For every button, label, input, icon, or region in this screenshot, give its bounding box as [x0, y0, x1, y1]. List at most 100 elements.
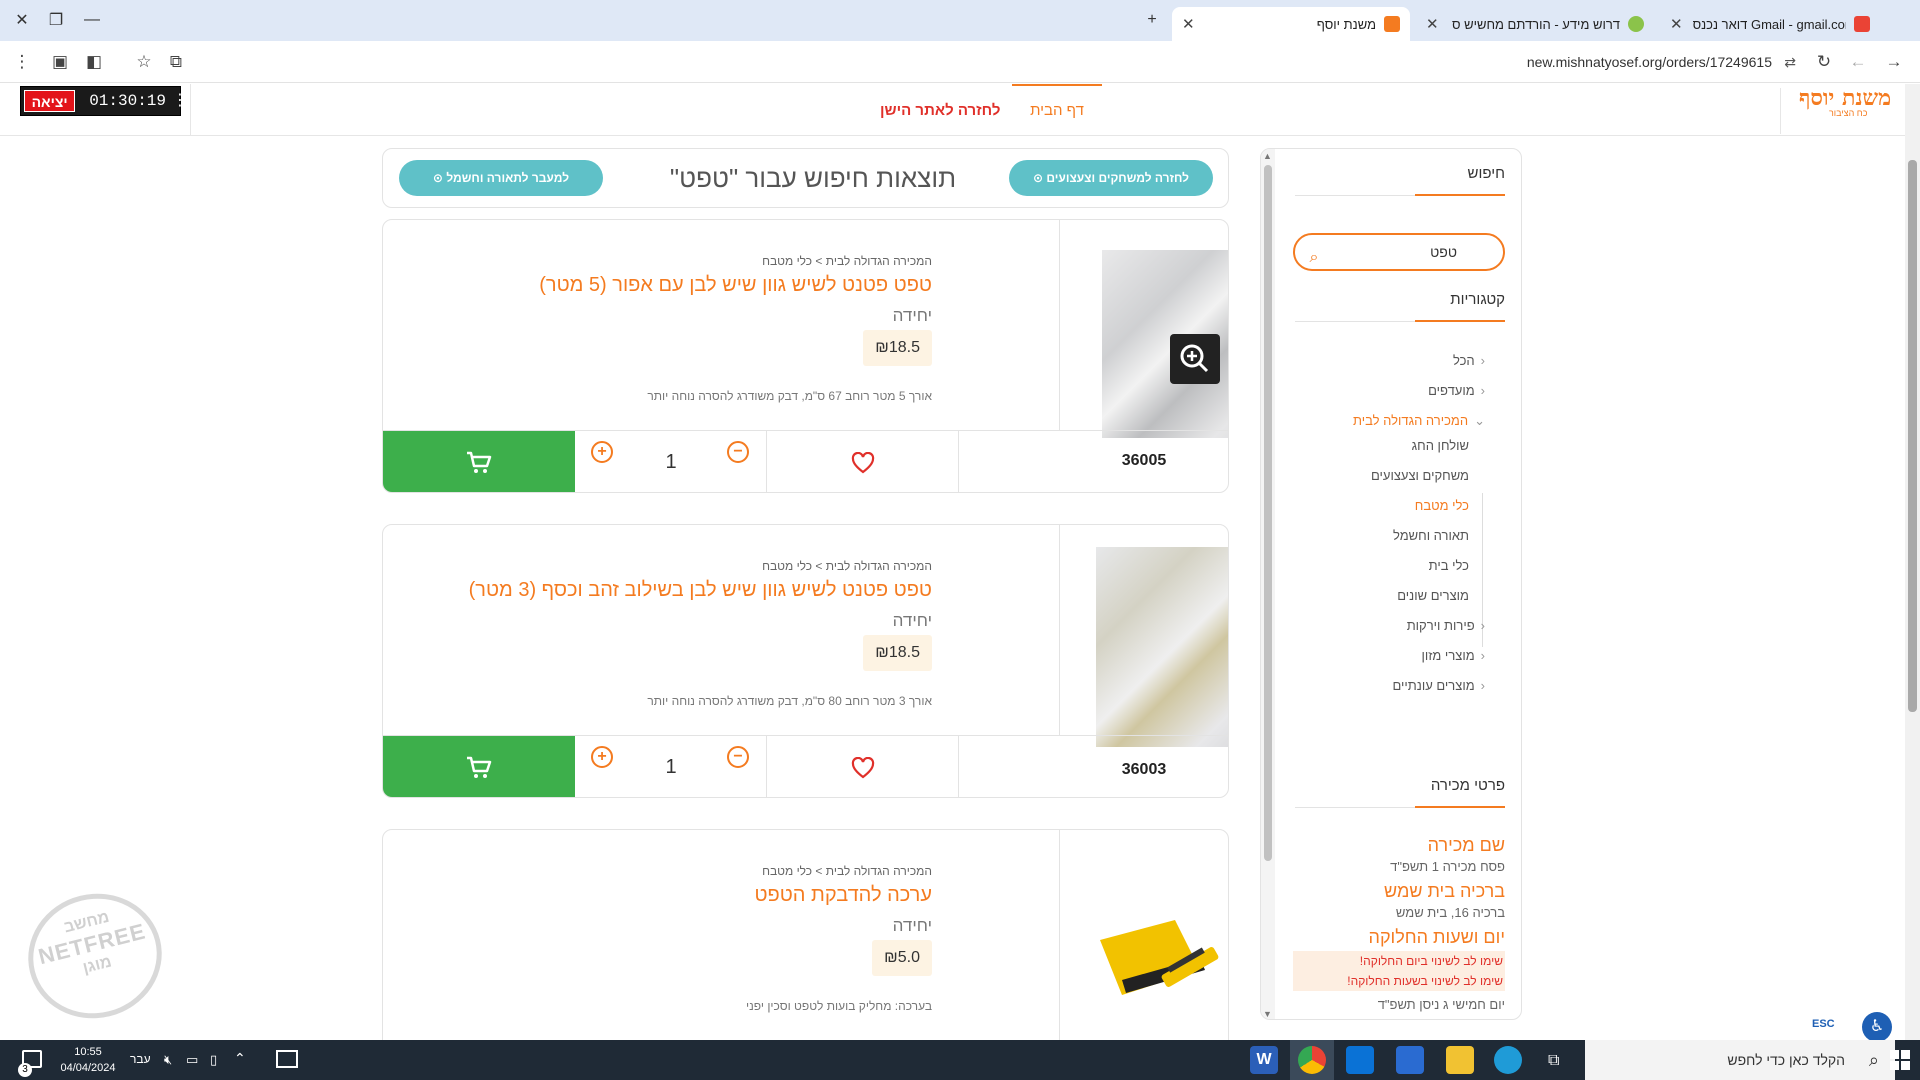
language-indicator[interactable]: עבר: [130, 1052, 151, 1066]
product-unit: יחידה: [892, 916, 932, 935]
sidebar-scroll-thumb[interactable]: [1264, 165, 1272, 861]
forward-icon[interactable]: ←: [1846, 50, 1870, 74]
reload-icon[interactable]: ↻: [1812, 50, 1836, 74]
close-tab-icon[interactable]: ✕: [1670, 15, 1683, 33]
close-window-icon[interactable]: ✕: [10, 8, 34, 32]
volume-icon[interactable]: 🔇︎: [164, 1052, 172, 1068]
scroll-down-icon[interactable]: ▼: [1263, 1009, 1272, 1019]
search-placeholder: הקלד כאן כדי לחפש: [1727, 1052, 1845, 1068]
word-app-icon[interactable]: W: [1250, 1046, 1278, 1074]
exit-button[interactable]: יציאה: [24, 90, 76, 112]
site-logo[interactable]: משנת יוסף כח הציבור: [1780, 87, 1904, 134]
store-app-icon[interactable]: [1396, 1046, 1424, 1074]
product-image[interactable]: [1096, 547, 1228, 747]
product-name[interactable]: טפט פטנט לשיש גוון שיש לבן עם אפור (5 מט…: [539, 274, 932, 297]
add-to-cart-button[interactable]: [383, 736, 575, 797]
start-button-icon[interactable]: [1890, 1050, 1910, 1070]
taskbar-search-input[interactable]: הקלד כאן כדי לחפש ⌕: [1585, 1040, 1895, 1080]
page-scroll-thumb[interactable]: [1908, 160, 1917, 712]
category-big-sale[interactable]: ⌄ המכירה הגדולה לבית: [1353, 413, 1485, 429]
system-clock[interactable]: 10:55 04/04/2024: [56, 1044, 120, 1076]
category-seasonal[interactable]: ‹ מוצרים עונתיים: [1392, 678, 1485, 693]
back-category-button[interactable]: לחזרה למשחקים וצעצועים ⊙: [1009, 160, 1213, 196]
category-food[interactable]: ‹ מוצרי מזון: [1421, 648, 1485, 663]
favorite-button[interactable]: [767, 431, 959, 492]
product-card: 36003 המכירה הגדולה לבית > כלי מטבח טפט …: [382, 524, 1229, 798]
category-produce[interactable]: ‹ פירות וירקות: [1407, 618, 1485, 633]
product-image[interactable]: [1102, 250, 1228, 438]
keyboard-icon[interactable]: [276, 1050, 298, 1068]
favorite-button[interactable]: [767, 736, 959, 797]
product-breadcrumb[interactable]: המכירה הגדולה לבית > כלי מטבח: [762, 559, 932, 573]
show-hidden-icons[interactable]: ⌃: [234, 1050, 246, 1067]
home-link[interactable]: דף הבית: [1012, 84, 1102, 136]
mail-app-icon[interactable]: [1346, 1046, 1374, 1074]
next-category-button[interactable]: למעבר לתאורה וחשמל ⊙: [399, 160, 603, 196]
subcategory-holiday-table[interactable]: שולחן החג: [1412, 438, 1469, 453]
product-name[interactable]: טפט פטנט לשיש גוון שיש לבן בשילוב זהב וכ…: [469, 579, 932, 602]
category-label: מוצרים עונתיים: [1392, 678, 1475, 693]
scroll-up-icon[interactable]: ▲: [1263, 151, 1272, 161]
quantity-stepper: + 1 −: [575, 431, 767, 492]
tab-title: דרוש מידע - הורדתם מחשיש ס: [1451, 16, 1620, 32]
tab-mishnat-yosef[interactable]: ✕ משנת יוסף: [1172, 7, 1410, 41]
close-tab-icon[interactable]: ✕: [1182, 15, 1195, 33]
tab-gmail[interactable]: ✕ דואר נכנס Gmail - gmail.com: [1660, 7, 1880, 41]
product-description: בערכה: מחליק בועות לטפט וסכין יפני: [746, 999, 932, 1013]
search-title-underline: [1295, 194, 1505, 196]
quantity-value[interactable]: 1: [661, 756, 681, 779]
accessibility-icon[interactable]: ♿: [1862, 1012, 1892, 1042]
file-explorer-icon[interactable]: [1446, 1046, 1474, 1074]
address-bar[interactable]: new.mishnatyosef.org/orders/17249615 ⇄: [196, 49, 1800, 75]
browser-toolbar: ⋮ ▣ ◧ ☆ ⧉ ⚿ new.mishnatyosef.org/orders/…: [0, 41, 1920, 83]
menu-dots-icon[interactable]: ⋮: [10, 50, 34, 74]
search-input[interactable]: טפט ⌕: [1293, 233, 1505, 271]
product-name[interactable]: ערכה להדבקת הטפט: [754, 884, 932, 907]
bookmark-star-icon[interactable]: ☆: [132, 50, 156, 74]
subcategory-toys[interactable]: משחקים וצעצועים: [1371, 468, 1469, 483]
product-breadcrumb[interactable]: המכירה הגדולה לבית > כלי מטבח: [762, 254, 932, 268]
product-price: ₪18.5: [863, 330, 932, 366]
decrease-quantity-icon[interactable]: −: [727, 746, 749, 768]
close-tab-icon[interactable]: ✕: [1426, 15, 1439, 33]
old-site-link[interactable]: לחזרה לאתר הישן: [880, 102, 1000, 119]
subcategory-kitchenware[interactable]: כלי מטבח: [1415, 498, 1469, 513]
profile-icon[interactable]: ▣: [48, 50, 72, 74]
page-scrollbar[interactable]: [1905, 84, 1920, 1040]
increase-quantity-icon[interactable]: +: [591, 746, 613, 768]
cast-icon[interactable]: ⧉: [164, 50, 188, 74]
add-to-cart-button[interactable]: [383, 431, 575, 492]
category-all[interactable]: ‹ הכל: [1453, 353, 1485, 368]
category-favorites[interactable]: ‹ מועדפים: [1428, 383, 1485, 398]
product-image[interactable]: [1060, 830, 1229, 1030]
product-card: 36005 המכירה הגדולה לבית > כלי מטבח טפט …: [382, 219, 1229, 493]
quantity-value[interactable]: 1: [661, 451, 681, 474]
cart-icon: [467, 756, 492, 778]
edge-app-icon[interactable]: [1494, 1046, 1522, 1074]
sidebar-scrollbar[interactable]: ▲ ▼: [1261, 149, 1275, 1019]
decrease-quantity-icon[interactable]: −: [727, 441, 749, 463]
network-icon[interactable]: ▭: [186, 1052, 198, 1068]
restore-window-icon[interactable]: ❐: [44, 8, 68, 32]
product-image-cell: [1059, 830, 1229, 1040]
task-view-icon[interactable]: ⧉: [1548, 1052, 1559, 1070]
device-icon[interactable]: ▯: [210, 1052, 217, 1068]
timer-menu-icon[interactable]: ⋮: [172, 93, 188, 109]
back-icon[interactable]: →: [1882, 50, 1906, 74]
site-settings-icon[interactable]: ⇄: [1784, 49, 1796, 75]
chevron-left-icon: ‹: [1480, 383, 1485, 398]
sidebar-icon[interactable]: ◧: [82, 50, 106, 74]
chrome-app-icon[interactable]: [1298, 1046, 1326, 1074]
subcategory-misc[interactable]: מוצרים שונים: [1397, 588, 1469, 603]
tab-netfree[interactable]: ✕ דרוש מידע - הורדתם מחשיש ס: [1416, 7, 1654, 41]
browser-tab-strip: ✕ ❐ — + ✕ משנת יוסף ✕ דרוש מידע - הורדתם…: [0, 0, 1920, 41]
product-breadcrumb[interactable]: המכירה הגדולה לבית > כלי מטבח: [762, 864, 932, 878]
category-label: המכירה הגדולה לבית: [1353, 413, 1469, 428]
subcategory-lighting[interactable]: תאורה וחשמל: [1393, 528, 1469, 543]
subcategory-housewares[interactable]: כלי בית: [1429, 558, 1469, 573]
new-tab-icon[interactable]: +: [1140, 8, 1164, 32]
minimize-window-icon[interactable]: —: [80, 8, 104, 32]
increase-quantity-icon[interactable]: +: [591, 441, 613, 463]
zoom-icon[interactable]: [1170, 334, 1220, 384]
search-icon[interactable]: ⌕: [1301, 241, 1327, 267]
